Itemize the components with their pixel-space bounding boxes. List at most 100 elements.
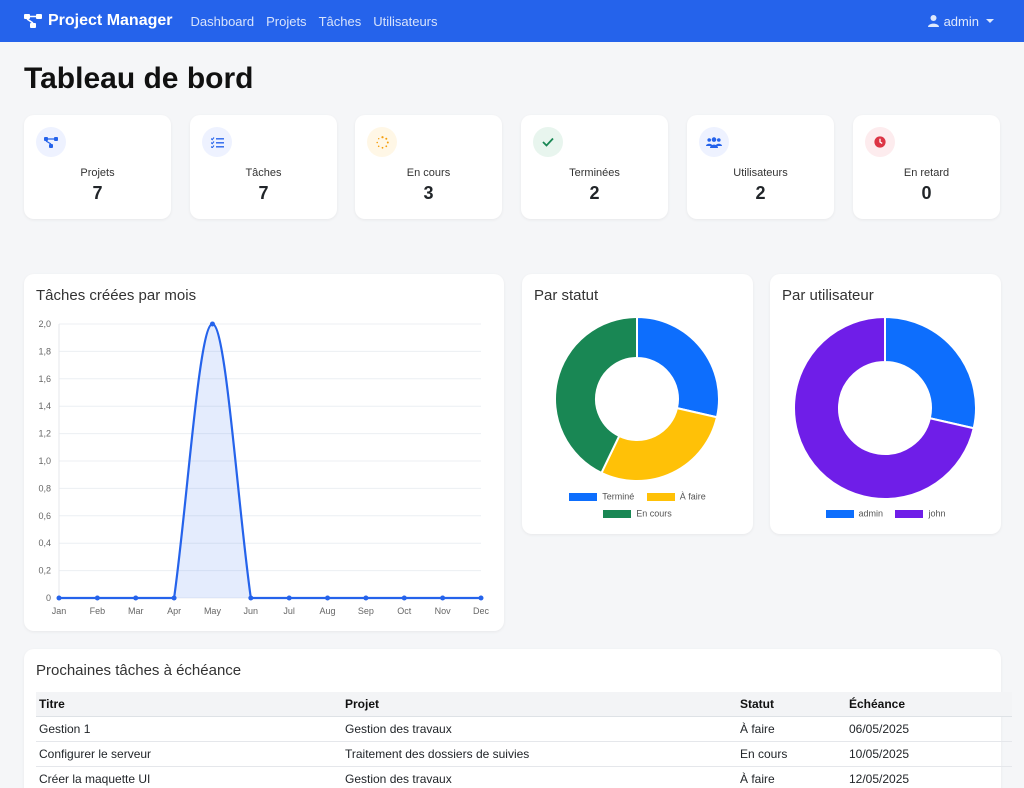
top-navbar: Project Manager Dashboard Projets Tâches…: [0, 0, 1024, 42]
project-diagram-icon: [24, 14, 42, 28]
column-header-projet[interactable]: Projet: [342, 692, 737, 717]
check-icon: [533, 127, 563, 157]
table-row[interactable]: Gestion 1 Gestion des travaux À faire 06…: [36, 716, 1012, 742]
legend-item-en-cours[interactable]: En cours: [603, 505, 672, 522]
slice-à-faire: [600, 406, 719, 482]
stat-value: 7: [92, 183, 103, 203]
stat-card-projets: Projets 7: [24, 115, 171, 219]
y-tick-label: 0,2: [38, 566, 51, 576]
x-tick-label: Sep: [358, 606, 374, 616]
legend-item-john[interactable]: john: [895, 505, 945, 522]
column-header-statut[interactable]: Statut: [737, 692, 846, 717]
data-point: [171, 595, 177, 601]
y-tick-label: 0: [46, 593, 51, 603]
task-project: Traitement des dossiers de suivies: [342, 741, 737, 767]
x-tick-label: Oct: [397, 606, 412, 616]
table-row[interactable]: Créer la maquette UI Gestion des travaux…: [36, 766, 1012, 788]
data-point: [440, 595, 446, 601]
nav-link-taches[interactable]: Tâches: [319, 14, 362, 29]
nav-link-dashboard[interactable]: Dashboard: [190, 14, 254, 29]
stat-value: 7: [258, 183, 269, 203]
upcoming-tasks-table: Titre Projet Statut Échéance Gestion 1 G…: [36, 692, 1012, 788]
upcoming-tasks-title: Prochaines tâches à échéance: [36, 662, 242, 679]
task-status: À faire: [737, 716, 846, 742]
user-legend: admin john: [770, 505, 1001, 522]
task-project: Gestion des travaux: [342, 716, 737, 742]
user-chart-card: Par utilisateur admin john: [770, 274, 1001, 534]
stat-card-en-retard: En retard 0: [853, 115, 1000, 219]
nav-link-utilisateurs[interactable]: Utilisateurs: [373, 14, 437, 29]
legend-item-a-faire[interactable]: À faire: [646, 488, 706, 505]
stat-card-utilisateurs: Utilisateurs 2: [687, 115, 834, 219]
table-header-row: Titre Projet Statut Échéance: [36, 692, 1012, 717]
monthly-line-chart: 0 0,2 0,4 0,6 0,8 1,0 1,2 1,4 1,6 1,8 2,0 Jan Feb Mar…: [38, 319, 490, 616]
status-chart-card: Par statut Terminé À faire En cours: [522, 274, 753, 534]
legend-item-admin[interactable]: admin: [825, 505, 883, 522]
data-point: [401, 595, 407, 601]
stat-label: En cours: [406, 167, 451, 179]
tasks-icon: [202, 127, 232, 157]
stat-label: Terminées: [569, 167, 620, 179]
y-tick-label: 0,4: [38, 538, 51, 548]
task-title: Créer la maquette UI: [36, 766, 342, 788]
task-project: Gestion des travaux: [342, 766, 737, 788]
x-tick-label: Aug: [320, 606, 336, 616]
user-icon: [927, 15, 939, 27]
stat-value: 2: [589, 183, 600, 203]
x-tick-label: Nov: [435, 606, 452, 616]
y-tick-label: 1,4: [38, 401, 51, 411]
stat-label: Projets: [80, 167, 115, 179]
stat-label: Utilisateurs: [733, 167, 788, 179]
data-point: [209, 321, 215, 327]
chevron-down-icon: [986, 19, 994, 23]
nav-link-projets[interactable]: Projets: [266, 14, 306, 29]
slice-terminé: [636, 315, 720, 419]
data-point: [133, 595, 139, 601]
status-legend: Terminé À faire En cours: [522, 488, 753, 523]
stat-value: 0: [921, 183, 932, 203]
legend-item-termine[interactable]: Terminé: [569, 488, 634, 505]
stat-label: En retard: [903, 167, 950, 179]
brand[interactable]: Project Manager: [24, 12, 172, 30]
monthly-chart-card: Tâches créées par mois 0 0,2 0,4 0,6 0,8 1,0 1…: [24, 274, 504, 631]
stat-card-en-cours: En cours 3: [355, 115, 502, 219]
data-point: [478, 595, 484, 601]
y-tick-label: 0,8: [38, 483, 51, 493]
table-row[interactable]: Configurer le serveur Traitement des dos…: [36, 741, 1012, 767]
task-title: Configurer le serveur: [36, 741, 342, 767]
task-due-date: 10/05/2025: [846, 741, 1012, 767]
task-due-date: 06/05/2025: [846, 716, 1012, 742]
users-icon: [699, 127, 729, 157]
x-tick-label: Dec: [473, 606, 490, 616]
x-tick-label: Apr: [167, 606, 181, 616]
task-title: Gestion 1: [36, 716, 342, 742]
data-point: [94, 595, 100, 601]
y-tick-label: 1,6: [38, 374, 51, 384]
y-tick-label: 0,6: [38, 511, 51, 521]
column-header-titre[interactable]: Titre: [36, 692, 342, 717]
y-tick-label: 2,0: [38, 319, 51, 329]
column-header-echeance[interactable]: Échéance: [846, 692, 1012, 717]
task-due-date: 12/05/2025: [846, 766, 1012, 788]
user-doughnut-chart: [793, 315, 977, 500]
data-point: [56, 595, 62, 601]
clock-icon: [865, 127, 895, 157]
brand-label: Project Manager: [48, 12, 173, 29]
task-status: À faire: [737, 766, 846, 788]
data-point: [325, 595, 331, 601]
user-menu-toggle[interactable]: admin: [927, 0, 994, 42]
x-tick-label: May: [204, 606, 222, 616]
stat-value: 3: [423, 183, 434, 203]
y-tick-label: 1,0: [38, 456, 51, 466]
x-tick-label: Mar: [128, 606, 144, 616]
x-tick-label: Jul: [283, 606, 295, 616]
upcoming-tasks-card: Prochaines tâches à échéance Titre Proje…: [24, 649, 1012, 788]
project-diagram-icon: [36, 127, 66, 157]
task-status: En cours: [737, 741, 846, 767]
x-tick-label: Feb: [90, 606, 106, 616]
spinner-icon: [367, 127, 397, 157]
y-tick-label: 1,8: [38, 346, 51, 356]
data-point: [248, 595, 254, 601]
slice-admin: [884, 315, 977, 430]
page-title: Tableau de bord: [24, 62, 254, 95]
